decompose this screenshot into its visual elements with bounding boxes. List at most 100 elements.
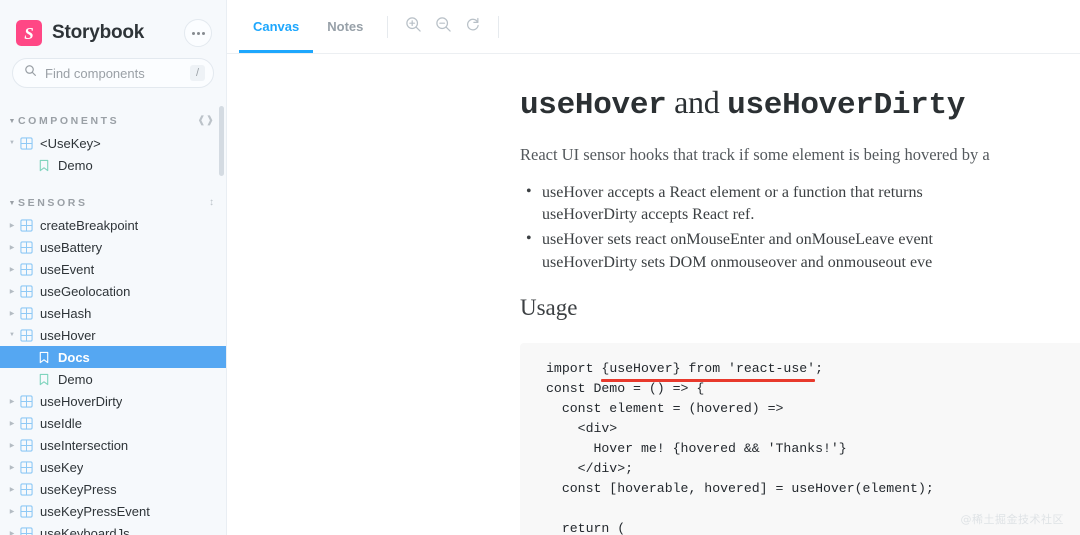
sidebar-item-demo[interactable]: Demo [0,368,226,390]
section-header-components[interactable]: ▼ COMPONENTS ❰❱ [0,110,226,132]
chevron-right-icon[interactable]: ▶ [6,442,18,449]
toolbar: Canvas Notes [227,0,1080,54]
inline-text: eve [905,253,933,271]
chevron-down-icon: ▼ [8,117,16,125]
chevron-down-icon[interactable]: ▼ [6,140,18,146]
inline-text: accepts React ref. [637,206,755,224]
sidebar-item-usekeypress[interactable]: ▶ useKeyPress [0,478,226,500]
section-label: COMPONENTS [18,115,120,127]
chevron-right-icon[interactable]: ▶ [6,486,18,493]
sidebar-item-label: createBreakpoint [40,217,139,233]
sidebar-item-label: useKeyPressEvent [40,503,150,519]
sidebar-item-label: useIntersection [40,437,129,453]
inline-text: sets react [603,231,671,249]
component-icon [18,460,34,474]
tab-notes[interactable]: Notes [313,0,377,53]
component-icon [18,262,34,276]
page-title-part1: useHover [520,88,667,123]
search-shortcut-key: / [189,65,205,81]
inline-code: useHoverDirty [542,206,638,224]
feature-list-item: useHover sets react onMouseEnter and onM… [520,228,1080,274]
sidebar-item-usekey[interactable]: ▶ useKey [0,456,226,478]
sidebar-menu-button[interactable] [184,19,212,47]
expand-collapse-icon[interactable]: ↕ [209,198,214,208]
chevron-right-icon[interactable]: ▶ [6,266,18,273]
chevron-right-icon[interactable]: ▶ [6,464,18,471]
search-icon [24,64,37,82]
toolbar-separator-left [387,15,389,38]
sidebar-item-label: useGeolocation [40,283,131,299]
sidebar-item-usekey[interactable]: ▼ <UseKey> [0,132,226,154]
inline-text: and [796,253,828,271]
sidebar-item-demo[interactable]: Demo [0,154,226,176]
zoom-in-button[interactable] [398,12,428,42]
page-title-part2: useHoverDirty [727,88,966,123]
component-icon [18,218,34,232]
zoom-out-icon [435,16,452,38]
docs-canvas: useHover and useHoverDirty React UI sens… [227,54,1080,535]
chevron-right-icon[interactable]: ▶ [6,244,18,251]
inline-code: onMouseEnter [670,231,765,249]
chevron-right-icon[interactable]: ▶ [6,222,18,229]
sidebar-item-useintersection[interactable]: ▶ useIntersection [0,434,226,456]
search-input[interactable] [45,65,190,81]
storybook-app: S Storybook / ▼COMPONENTS❰❱▼<UseKey>Demo… [0,0,1080,535]
sidebar-header: S Storybook [0,0,226,58]
chevron-right-icon[interactable]: ▶ [6,398,18,405]
chevron-right-icon[interactable]: ▶ [6,530,18,535]
chevron-right-icon[interactable]: ▶ [6,508,18,515]
component-icon [18,526,34,535]
sidebar: S Storybook / ▼COMPONENTS❰❱▼<UseKey>Demo… [0,0,227,535]
docs-content: useHover and useHoverDirty React UI sens… [520,84,1080,535]
component-icon [18,240,34,254]
zoom-reset-icon [465,16,482,38]
section-header-sensors[interactable]: ▼ SENSORS ↕ [0,192,226,214]
chevron-down-icon[interactable]: ▼ [6,332,18,338]
sidebar-item-usehoverdirty[interactable]: ▶ useHoverDirty [0,390,226,412]
sidebar-item-usekeypressevent[interactable]: ▶ useKeyPressEvent [0,500,226,522]
collapse-icon[interactable]: ❰❱ [197,116,214,126]
zoom-reset-button[interactable] [458,12,488,42]
code-content: import {useHover} from 'react-use'; cons… [546,359,1080,535]
sidebar-item-useevent[interactable]: ▶ useEvent [0,258,226,280]
inline-text: and [764,231,796,249]
page-title-and: and [666,84,728,120]
search-box[interactable]: / [12,58,214,88]
feature-list-item: useHover accepts a React element or a fu… [520,181,1080,227]
sidebar-item-useidle[interactable]: ▶ useIdle [0,412,226,434]
chevron-right-icon[interactable]: ▶ [6,420,18,427]
chevron-right-icon[interactable]: ▶ [6,310,18,317]
tab-canvas[interactable]: Canvas [239,0,314,53]
sidebar-item-usehash[interactable]: ▶ useHash [0,302,226,324]
toolbar-inner: Canvas Notes [239,0,509,53]
component-icon [18,328,34,342]
sidebar-item-label: useBattery [40,239,103,255]
main-panel: Canvas Notes useHover and useHoverDirty … [227,0,1080,535]
feature-list: useHover accepts a React element or a fu… [520,181,1080,275]
sidebar-item-label: useHover [40,327,96,343]
inline-code: useHover [542,231,604,249]
sidebar-item-usebattery[interactable]: ▶ useBattery [0,236,226,258]
tab-canvas-label: Canvas [253,19,300,34]
sidebar-item-usegeolocation[interactable]: ▶ useGeolocation [0,280,226,302]
chevron-right-icon[interactable]: ▶ [6,288,18,295]
story-icon [36,159,52,172]
code-import-target: {useHover} from 'react-use' [601,360,816,376]
sidebar-item-label: useHash [40,305,92,321]
page-lede: React UI sensor hooks that track if some… [520,145,990,164]
inline-text: event [894,231,933,249]
sidebar-item-label: Demo [58,371,93,387]
component-icon [18,482,34,496]
sidebar-item-label: useKeyPress [40,481,117,497]
sidebar-item-createbreakpoint[interactable]: ▶ createBreakpoint [0,214,226,236]
zoom-in-icon [405,16,422,38]
component-icon [18,394,34,408]
sidebar-item-label: <UseKey> [40,135,101,151]
code-body: const Demo = () => { const element = (ho… [546,380,934,535]
sidebar-scrollbar[interactable] [219,106,224,176]
watermark: @稀土掘金技术社区 [960,513,1064,526]
sidebar-item-usehover[interactable]: ▼ useHover [0,324,226,346]
zoom-out-button[interactable] [428,12,458,42]
sidebar-item-docs[interactable]: Docs [0,346,226,368]
sidebar-item-usekeyboardjs[interactable]: ▶ useKeyboardJs [0,522,226,535]
